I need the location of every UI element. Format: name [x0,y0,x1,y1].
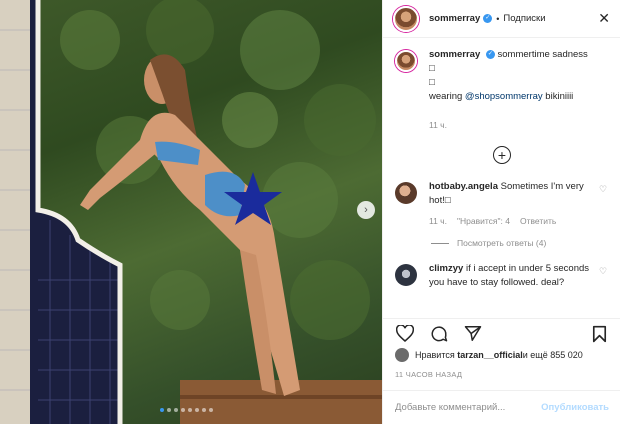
author-username[interactable]: sommerray [429,13,480,24]
likes-user[interactable]: tarzan__official [457,350,523,360]
carousel-dot [209,408,213,412]
view-replies-label: Посмотреть ответы (4) [457,238,547,248]
separator-dot: • [496,13,500,24]
likes-summary[interactable]: Нравится tarzan__official и ещё 855 020 [395,348,583,362]
caption-time[interactable]: 11 ч. [429,118,447,132]
view-replies-button[interactable]: Посмотреть ответы (4) [431,238,620,248]
caption-text-suffix: bikiniiii [542,91,574,102]
carousel-dot [181,408,185,412]
comment-likes[interactable]: "Нравится": 4 [457,214,510,228]
liker-avatar [395,348,409,362]
caption-text-line2: □ [429,77,435,88]
carousel-dot [160,408,164,412]
action-bar [383,318,620,348]
comment-item: hotbaby.angela Sometimes I'm very hot!□ … [383,180,620,228]
carousel-dot [202,408,206,412]
caption-text-prefix: wearing [429,91,465,102]
caption-mention-link[interactable]: @shopsommerray [465,91,543,102]
publish-button[interactable]: Опубликовать [541,402,609,413]
carousel-dots [160,408,213,412]
comment-username[interactable]: climzyy [429,263,463,274]
post-photo[interactable]: › [0,0,382,424]
share-icon[interactable] [463,324,483,344]
comment-icon[interactable] [429,324,449,344]
comment-item: climzyy if i accept in under 5 seconds y… [383,262,620,290]
comment-input[interactable]: Добавьте комментарий... [395,402,505,413]
reply-button[interactable]: Ответить [520,214,556,228]
heart-icon[interactable]: ♡ [597,266,609,290]
post-timestamp[interactable]: 11 ЧАСОВ НАЗАД [395,370,462,379]
replies-divider [431,242,449,244]
post-side-panel: sommerray ✓ • Подписки ✕ sommerray ✓ som… [382,0,620,424]
following-button[interactable]: Подписки [503,13,545,24]
comment-username[interactable]: hotbaby.angela [429,181,498,192]
plus-circle-icon: + [497,147,507,163]
heart-icon[interactable] [395,324,415,344]
comment-avatar[interactable] [395,182,417,204]
heart-icon[interactable]: ♡ [597,184,609,228]
carousel-dot [174,408,178,412]
photo-scene [0,0,382,424]
verified-icon: ✓ [483,14,493,23]
verified-icon: ✓ [485,49,495,59]
author-avatar[interactable] [393,5,419,32]
caption: sommerray ✓ sommertime sadness □ □ weari… [383,48,620,132]
comment-avatar[interactable] [395,264,417,286]
load-more-comments-button[interactable]: + [493,146,511,164]
carousel-dot [188,408,192,412]
likes-suffix: и ещё 855 020 [522,350,583,360]
chevron-right-icon: › [364,204,368,216]
add-comment-bar: Добавьте комментарий... Опубликовать [383,390,620,424]
likes-prefix: Нравится [415,350,455,360]
caption-avatar[interactable] [395,50,417,72]
next-photo-button[interactable]: › [357,201,375,219]
comment-time[interactable]: 11 ч. [429,214,447,228]
post-header: sommerray ✓ • Подписки ✕ [383,0,620,38]
carousel-dot [167,408,171,412]
caption-username[interactable]: sommerray [429,49,480,60]
close-icon[interactable]: ✕ [598,10,610,27]
comments-list: sommerray ✓ sommertime sadness □ □ weari… [383,48,620,290]
carousel-dot [195,408,199,412]
bookmark-icon[interactable] [589,324,609,344]
